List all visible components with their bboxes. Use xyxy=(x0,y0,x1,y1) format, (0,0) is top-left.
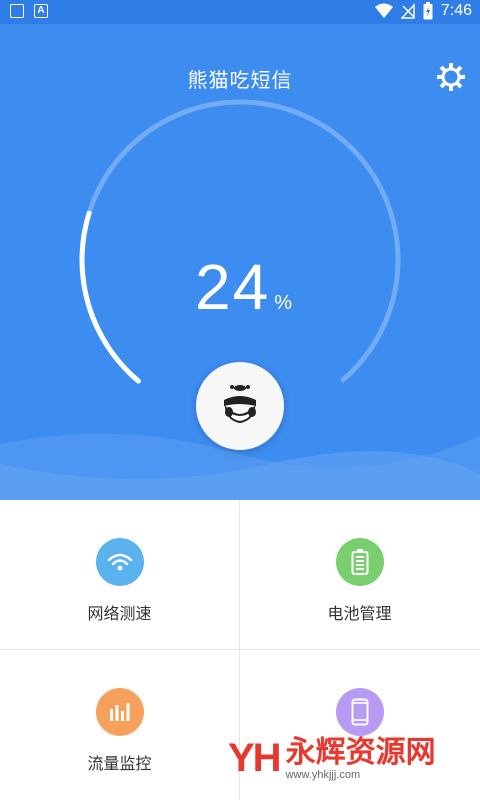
no-signal-icon xyxy=(400,3,415,19)
phone-icon xyxy=(335,688,384,736)
feature-battery-manage[interactable]: 电池管理 xyxy=(240,500,479,649)
percent-value: 24 xyxy=(195,251,271,323)
feature-traffic-monitor[interactable]: 流量监控 xyxy=(0,650,239,799)
feature-network-speed[interactable]: 网络测速 xyxy=(0,500,239,649)
status-bar: A 7:46 xyxy=(0,0,480,24)
feature-label: 电池管理 xyxy=(327,604,392,623)
feature-label: 网络测速 xyxy=(87,604,152,623)
watermark-logo: YH xyxy=(228,736,282,780)
panda-button[interactable] xyxy=(196,362,284,450)
watermark-text: 永辉资源网 xyxy=(285,734,436,770)
a-icon: A xyxy=(34,4,48,18)
percent-unit: % xyxy=(274,292,292,314)
feature-label: 流量监控 xyxy=(87,754,152,773)
gauge-fill xyxy=(79,210,141,384)
grid-divider-horizontal xyxy=(0,649,480,650)
gauge-track xyxy=(79,99,401,383)
wifi-icon xyxy=(95,538,144,586)
battery-icon xyxy=(335,538,384,586)
bar-chart-icon xyxy=(95,688,144,736)
watermark-url: www.yhkjjj.com xyxy=(285,768,361,781)
battery-percent: 24 % xyxy=(195,250,292,324)
wifi-icon xyxy=(374,3,393,18)
panda-icon xyxy=(224,385,256,424)
battery-charging-icon xyxy=(423,2,433,20)
clock: 7:46 xyxy=(440,2,472,19)
watermark: YH 永辉资源网 www.yhkjjj.com xyxy=(228,736,436,781)
image-icon xyxy=(10,4,24,18)
